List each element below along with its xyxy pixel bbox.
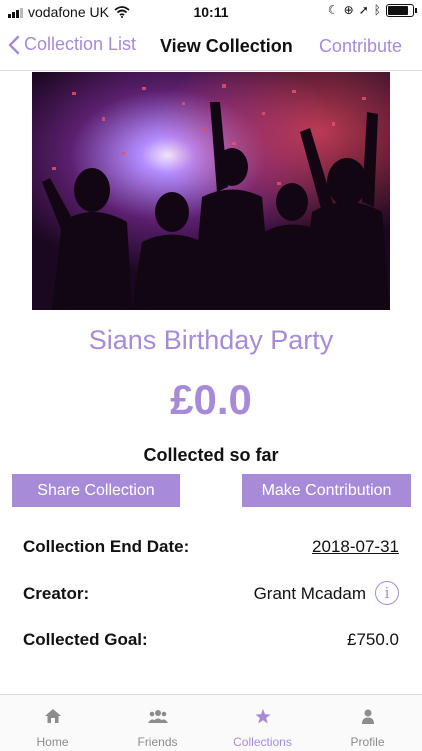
status-bar: vodafone UK 10:11 ☾ ⊕ ➚ ᛒ [0,0,422,24]
location-icon: ➚ [358,3,369,17]
end-date-label: Collection End Date: [23,537,190,556]
star-icon [254,709,271,724]
collection-title: Sians Birthday Party [88,325,334,355]
tab-bar: Home Friends Collections Profile [0,694,422,751]
person-icon [361,709,374,724]
goal-value: £750.0 [347,630,399,649]
tab-label: Collections [233,735,292,749]
end-date-value[interactable]: 2018-07-31 [312,537,399,557]
home-icon [44,709,61,723]
back-button[interactable]: Collection List [8,34,136,55]
moon-icon: ☾ [327,3,339,17]
goal-row: Collected Goal: £750.0 [0,625,422,655]
collected-caption: Collected so far [143,445,279,465]
collected-amount: £0.0 [170,376,252,423]
chevron-left-icon [8,35,20,54]
friends-icon [147,710,168,723]
tab-friends[interactable]: Friends [105,695,210,751]
share-collection-button[interactable]: Share Collection [12,474,180,507]
tab-collections[interactable]: Collections [210,695,315,751]
collection-image [32,72,390,310]
bluetooth-icon: ᛒ [373,3,381,17]
tab-home[interactable]: Home [0,695,105,751]
end-date-row: Collection End Date: 2018-07-31 [0,532,422,562]
goal-label: Collected Goal: [23,630,148,649]
rotation-lock-icon: ⊕ [343,3,354,17]
tab-label: Profile [350,735,385,749]
tab-label: Home [36,735,69,749]
back-label: Collection List [24,34,137,54]
make-contribution-button[interactable]: Make Contribution [242,474,411,507]
status-icons: ☾ ⊕ ➚ ᛒ [327,3,417,17]
contribute-button[interactable]: Contribute [319,36,402,57]
page-title: View Collection [160,36,293,56]
creator-value: Grant Mcadam [253,584,366,603]
navigation-bar: Collection List View Collection Contribu… [0,24,422,71]
battery-icon [386,3,417,17]
creator-row: Creator: Grant Mcadam i [0,579,422,609]
creator-label: Creator: [23,584,90,603]
info-icon[interactable]: i [375,581,399,605]
tab-profile[interactable]: Profile [315,695,420,751]
tab-label: Friends [137,735,178,749]
